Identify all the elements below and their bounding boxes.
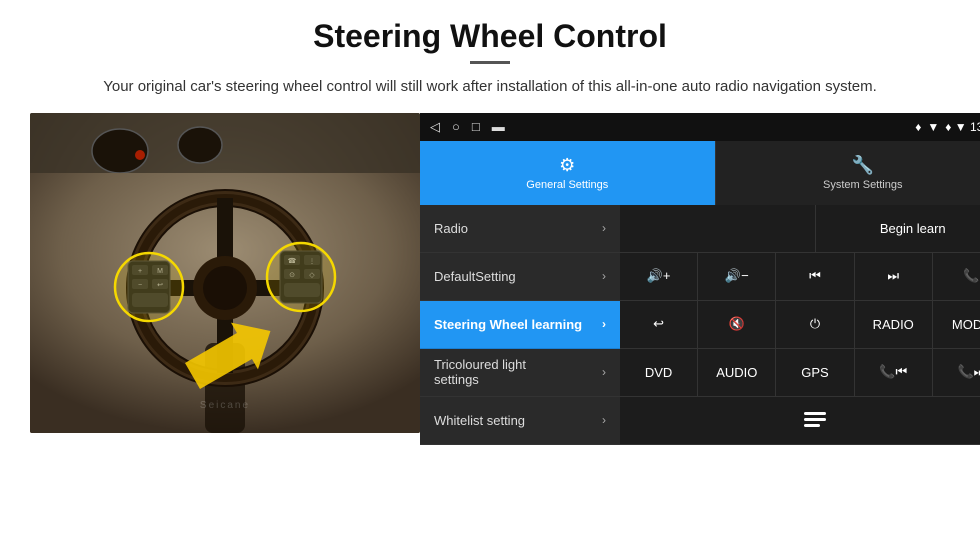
call-next-icon: 📞⏭ xyxy=(957,364,980,380)
menu-item-tricoloured[interactable]: Tricoloured lightsettings › xyxy=(420,349,620,397)
menu-steering-label: Steering Wheel learning xyxy=(434,317,582,332)
tab-bar: ⚙ General Settings 🔧 System Settings xyxy=(420,141,980,205)
call-icon: 📞 xyxy=(963,268,979,284)
menu-whitelist-chevron: › xyxy=(602,413,606,427)
content-row: + M − ↩ ☎ ⋮ ⊙ ◇ xyxy=(30,113,950,445)
time-display: ♦ ▼ 13:13 xyxy=(945,120,980,134)
recents-icon[interactable]: □ xyxy=(472,119,480,134)
svg-text:Seicane: Seicane xyxy=(200,400,250,411)
main-panel: Radio › DefaultSetting › Steering Wheel … xyxy=(420,205,980,445)
dvd-button[interactable]: DVD xyxy=(620,349,698,396)
next-track-button[interactable]: ⏭ xyxy=(855,253,933,300)
menu-default-label: DefaultSetting xyxy=(434,269,516,284)
car-image: + M − ↩ ☎ ⋮ ⊙ ◇ xyxy=(30,113,420,433)
mute-button[interactable]: 🔇 xyxy=(698,301,776,348)
title-divider xyxy=(470,61,510,64)
return-button[interactable]: ↩ xyxy=(620,301,698,348)
menu-item-radio[interactable]: Radio › xyxy=(420,205,620,253)
prev-track-icon: ⏮ xyxy=(809,268,821,284)
list-icon xyxy=(804,411,826,429)
call-prev-icon: 📞⏮ xyxy=(879,364,907,380)
menu-item-default-setting[interactable]: DefaultSetting › xyxy=(420,253,620,301)
system-settings-icon: 🔧 xyxy=(852,155,874,176)
list-button[interactable] xyxy=(620,397,980,444)
radio-button[interactable]: RADIO xyxy=(855,301,933,348)
page-title: Steering Wheel Control xyxy=(30,18,950,55)
call-next-button[interactable]: 📞⏭ xyxy=(933,349,980,396)
mode-label: MODE xyxy=(952,317,980,332)
car-scene-svg: + M − ↩ ☎ ⋮ ⊙ ◇ xyxy=(30,113,420,433)
status-right: ♦ ▼ ♦ ▼ 13:13 xyxy=(915,120,980,134)
call-prev-button[interactable]: 📞⏮ xyxy=(855,349,933,396)
begin-learn-row: Begin learn xyxy=(620,205,980,253)
menu-item-steering-wheel[interactable]: Steering Wheel learning › xyxy=(420,301,620,349)
next-track-icon: ⏭ xyxy=(887,268,899,284)
return-icon: ↩ xyxy=(653,316,664,332)
dvd-label: DVD xyxy=(645,365,672,380)
signal-icon: ♦ xyxy=(915,120,921,134)
status-bar: ◁ ○ □ ▬ ♦ ▼ ♦ ▼ 13:13 xyxy=(420,113,980,141)
tab-system-settings[interactable]: 🔧 System Settings xyxy=(715,141,980,205)
control-row-3: DVD AUDIO GPS 📞⏮ 📞⏭ xyxy=(620,349,980,397)
right-panel: Begin learn 🔊+ 🔊− ⏮ xyxy=(620,205,980,445)
audio-button[interactable]: AUDIO xyxy=(698,349,776,396)
tab-general-settings[interactable]: ⚙ General Settings xyxy=(420,141,715,205)
menu-default-chevron: › xyxy=(602,269,606,283)
mute-icon: 🔇 xyxy=(729,316,745,332)
tab-general-label: General Settings xyxy=(526,179,608,191)
call-button[interactable]: 📞 xyxy=(933,253,980,300)
general-settings-icon: ⚙ xyxy=(559,155,575,176)
power-icon: ⏻ xyxy=(810,316,820,332)
begin-learn-empty xyxy=(620,205,816,252)
vol-up-button[interactable]: 🔊+ xyxy=(620,253,698,300)
menu-item-whitelist[interactable]: Whitelist setting › xyxy=(420,397,620,445)
menu-tricoloured-chevron: › xyxy=(602,365,606,379)
menu-icon[interactable]: ▬ xyxy=(492,119,505,134)
menu-tricoloured-label: Tricoloured lightsettings xyxy=(434,357,526,387)
prev-track-button[interactable]: ⏮ xyxy=(776,253,854,300)
home-icon[interactable]: ○ xyxy=(452,119,460,134)
control-row-1: 🔊+ 🔊− ⏮ ⏭ 📞 xyxy=(620,253,980,301)
back-icon[interactable]: ◁ xyxy=(430,119,440,135)
vol-down-button[interactable]: 🔊− xyxy=(698,253,776,300)
vol-up-icon: 🔊+ xyxy=(647,268,671,284)
menu-radio-chevron: › xyxy=(602,221,606,235)
wifi-icon: ▼ xyxy=(927,120,939,134)
menu-whitelist-label: Whitelist setting xyxy=(434,413,525,428)
gps-label: GPS xyxy=(801,365,828,380)
audio-label: AUDIO xyxy=(716,365,757,380)
control-row-4 xyxy=(620,397,980,445)
tab-system-label: System Settings xyxy=(823,179,902,191)
control-row-2: ↩ 🔇 ⏻ RADIO MODE xyxy=(620,301,980,349)
status-nav-icons: ◁ ○ □ ▬ xyxy=(430,119,505,135)
menu-steering-chevron: › xyxy=(602,317,606,331)
page-wrapper: Steering Wheel Control Your original car… xyxy=(0,0,980,455)
subtitle: Your original car's steering wheel contr… xyxy=(80,76,900,99)
gps-button[interactable]: GPS xyxy=(776,349,854,396)
radio-label: RADIO xyxy=(873,317,914,332)
power-button[interactable]: ⏻ xyxy=(776,301,854,348)
begin-learn-button[interactable]: Begin learn xyxy=(816,205,980,252)
dashboard-ui: ◁ ○ □ ▬ ♦ ▼ ♦ ▼ 13:13 ⚙ General Settings xyxy=(420,113,980,445)
menu-radio-label: Radio xyxy=(434,221,468,236)
mode-button[interactable]: MODE xyxy=(933,301,980,348)
left-menu: Radio › DefaultSetting › Steering Wheel … xyxy=(420,205,620,445)
vol-down-icon: 🔊− xyxy=(725,268,749,284)
